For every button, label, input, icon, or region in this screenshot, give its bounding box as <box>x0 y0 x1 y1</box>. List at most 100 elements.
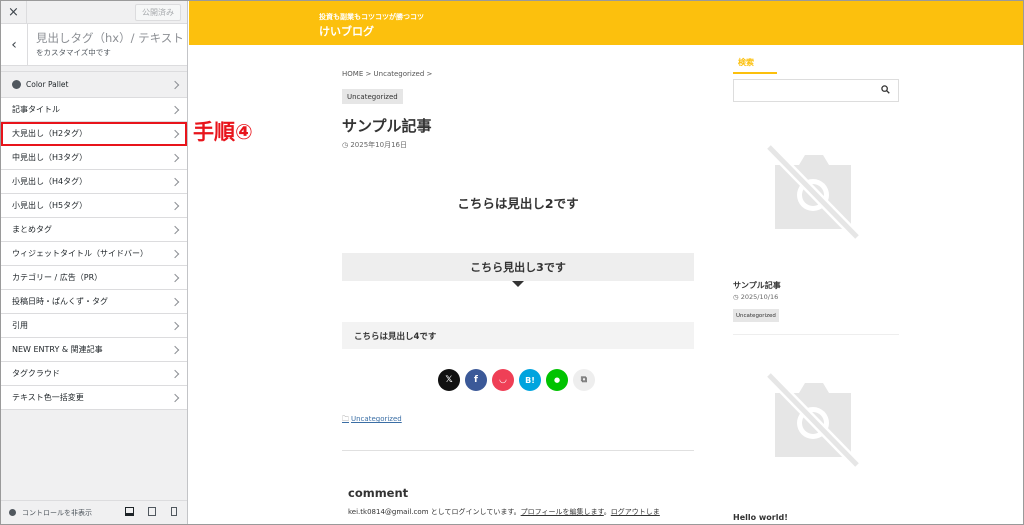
sidebar-footer: コントロールを非表示 <box>1 500 187 524</box>
chevron-right-icon <box>170 225 180 234</box>
chevron-right-icon <box>170 393 180 402</box>
breadcrumb[interactable]: HOME > Uncategorized > <box>342 70 432 78</box>
chevron-right-icon <box>170 153 180 162</box>
logout-link[interactable]: ログアウトしま <box>611 508 660 516</box>
close-icon[interactable]: × <box>1 1 27 24</box>
post-date: ◷ 2025年10月16日 <box>342 140 407 150</box>
chevron-right-icon <box>170 345 180 354</box>
divider <box>733 334 899 335</box>
site-preview: 投資も副業もコツコツが勝つコツ けいブログ HOME > Uncategoriz… <box>189 1 1023 524</box>
search-widget-title: 検索 <box>733 57 777 74</box>
sidebar-item-text-color[interactable]: テキスト色一括変更 <box>1 386 187 410</box>
chevron-right-icon <box>170 249 180 258</box>
tablet-preview-icon[interactable] <box>148 507 156 516</box>
edit-profile-link[interactable]: プロフィールを編集します <box>521 508 604 516</box>
no-image-icon[interactable] <box>761 137 865 247</box>
chevron-right-icon <box>170 369 180 378</box>
divider <box>342 450 694 451</box>
facebook-icon[interactable]: f <box>465 369 487 391</box>
heading-h3-arrow <box>512 281 524 287</box>
search-icon[interactable] <box>881 85 890 94</box>
sidebar-item-h2[interactable]: 大見出し（H2タグ） <box>1 122 187 146</box>
hide-controls-button[interactable]: コントロールを非表示 <box>22 508 92 518</box>
publish-button[interactable]: 公開済み <box>135 4 181 21</box>
sidebar-item-label: まとめタグ <box>12 225 52 234</box>
sidebar-item-label: ウィジェットタイトル（サイドバー） <box>12 249 148 258</box>
sidebar-item-label: 中見出し（H3タグ） <box>12 153 88 162</box>
chevron-right-icon <box>170 297 180 306</box>
post-tag-link[interactable]: 🗀 Uncategorized <box>342 415 402 426</box>
sidebar-item-label: NEW ENTRY & 関連記事 <box>12 345 103 354</box>
sidebar-item-widget-title[interactable]: ウィジェットタイトル（サイドバー） <box>1 242 187 266</box>
folder-icon: 🗀 <box>342 415 349 423</box>
site-header: 投資も副業もコツコツが勝つコツ けいブログ <box>189 1 1023 45</box>
chevron-right-icon <box>170 321 180 330</box>
sidebar-item-label: 小見出し（H5タグ） <box>12 201 88 210</box>
sidebar-item-h5[interactable]: 小見出し（H5タグ） <box>1 194 187 218</box>
sidebar-item-label: 記事タイトル <box>12 105 60 114</box>
chevron-right-icon <box>170 105 180 114</box>
comment-login-prefix: kei.tk0814@gmail.com としてログインしています。 <box>348 508 521 516</box>
sidebar-item-label: Color Pallet <box>26 80 69 89</box>
sidebar-item-h4[interactable]: 小見出し（H4タグ） <box>1 170 187 194</box>
pocket-icon[interactable]: ◡ <box>492 369 514 391</box>
chevron-right-icon <box>170 201 180 210</box>
site-tagline: 投資も副業もコツコツが勝つコツ <box>319 13 424 21</box>
sidebar-item-quote[interactable]: 引用 <box>1 314 187 338</box>
sidebar-item-label: 投稿日時・ぱんくず・タグ <box>12 297 108 306</box>
sidebar-item-h3[interactable]: 中見出し（H3タグ） <box>1 146 187 170</box>
sidebar-item-category-ad[interactable]: カテゴリー / 広告（PR） <box>1 266 187 290</box>
x-icon[interactable]: 𝕏 <box>438 369 460 391</box>
section-header: ‹ 見出しタグ（hx）/ テキスト をカスタマイズ中です <box>1 24 187 66</box>
back-icon[interactable]: ‹ <box>1 24 28 66</box>
side-post-date-text: 2025/10/16 <box>740 293 779 301</box>
sidebar-item-label: カテゴリー / 広告（PR） <box>12 273 103 282</box>
sidebar-item-summary[interactable]: まとめタグ <box>1 218 187 242</box>
share-buttons: 𝕏 f ◡ B! ● ⧉ <box>438 369 595 391</box>
search-input[interactable] <box>733 79 899 102</box>
copy-icon[interactable]: ⧉ <box>573 369 595 391</box>
clock-icon: ◷ <box>733 293 741 301</box>
category-badge[interactable]: Uncategorized <box>342 89 403 104</box>
sidebar-item-tag-cloud[interactable]: タグクラウド <box>1 362 187 386</box>
step-annotation: 手順④ <box>193 120 253 144</box>
palette-icon <box>12 80 21 89</box>
chevron-right-icon <box>170 129 180 138</box>
comment-heading: comment <box>348 486 409 500</box>
sidebar-item-color-pallet[interactable]: Color Pallet <box>1 71 187 98</box>
sidebar-item-label: 引用 <box>12 321 28 330</box>
customizer-sidebar: × 公開済み ‹ 見出しタグ（hx）/ テキスト をカスタマイズ中です Colo… <box>1 1 188 524</box>
side-post-title[interactable]: Hello world! <box>733 513 788 522</box>
heading-h2: こちらは見出し2です <box>457 196 579 211</box>
sidebar-item-date-breadcrumb-tag[interactable]: 投稿日時・ぱんくず・タグ <box>1 290 187 314</box>
sidebar-topbar: × 公開済み <box>1 1 187 24</box>
sidebar-item-label: 大見出し（H2タグ） <box>12 129 88 138</box>
chevron-right-icon <box>170 80 180 89</box>
sidebar-item-label: テキスト色一括変更 <box>12 393 84 402</box>
comment-login-mid: 。 <box>603 508 611 516</box>
line-icon[interactable]: ● <box>546 369 568 391</box>
chevron-right-icon <box>170 273 180 282</box>
desktop-preview-icon[interactable] <box>125 507 134 516</box>
mobile-preview-icon[interactable] <box>171 507 177 516</box>
heading-h3: こちら見出し3です <box>342 253 694 281</box>
hatena-icon[interactable]: B! <box>519 369 541 391</box>
collapse-icon[interactable] <box>9 509 16 516</box>
side-post-date: ◷ 2025/10/16 <box>733 293 778 301</box>
no-image-icon[interactable] <box>761 365 865 475</box>
chevron-right-icon <box>170 177 180 186</box>
sidebar-item-post-title[interactable]: 記事タイトル <box>1 98 187 122</box>
site-title[interactable]: けいブログ <box>319 23 374 39</box>
post-tag-label[interactable]: Uncategorized <box>351 415 402 423</box>
side-post-title[interactable]: サンプル記事 <box>733 280 781 291</box>
post-date-text: 2025年10月16日 <box>350 141 407 149</box>
section-subtitle: をカスタマイズ中です <box>36 48 111 57</box>
side-category-badge[interactable]: Uncategorized <box>733 309 779 322</box>
section-title: 見出しタグ（hx）/ テキスト <box>36 31 184 45</box>
comment-login-text: kei.tk0814@gmail.com としてログインしています。プロフィール… <box>348 507 660 517</box>
sidebar-item-label: タグクラウド <box>12 369 60 378</box>
post-title: サンプル記事 <box>342 117 432 135</box>
sidebar-item-label: 小見出し（H4タグ） <box>12 177 88 186</box>
heading-h4: こちらは見出し4です <box>342 322 694 349</box>
sidebar-item-new-entry[interactable]: NEW ENTRY & 関連記事 <box>1 338 187 362</box>
